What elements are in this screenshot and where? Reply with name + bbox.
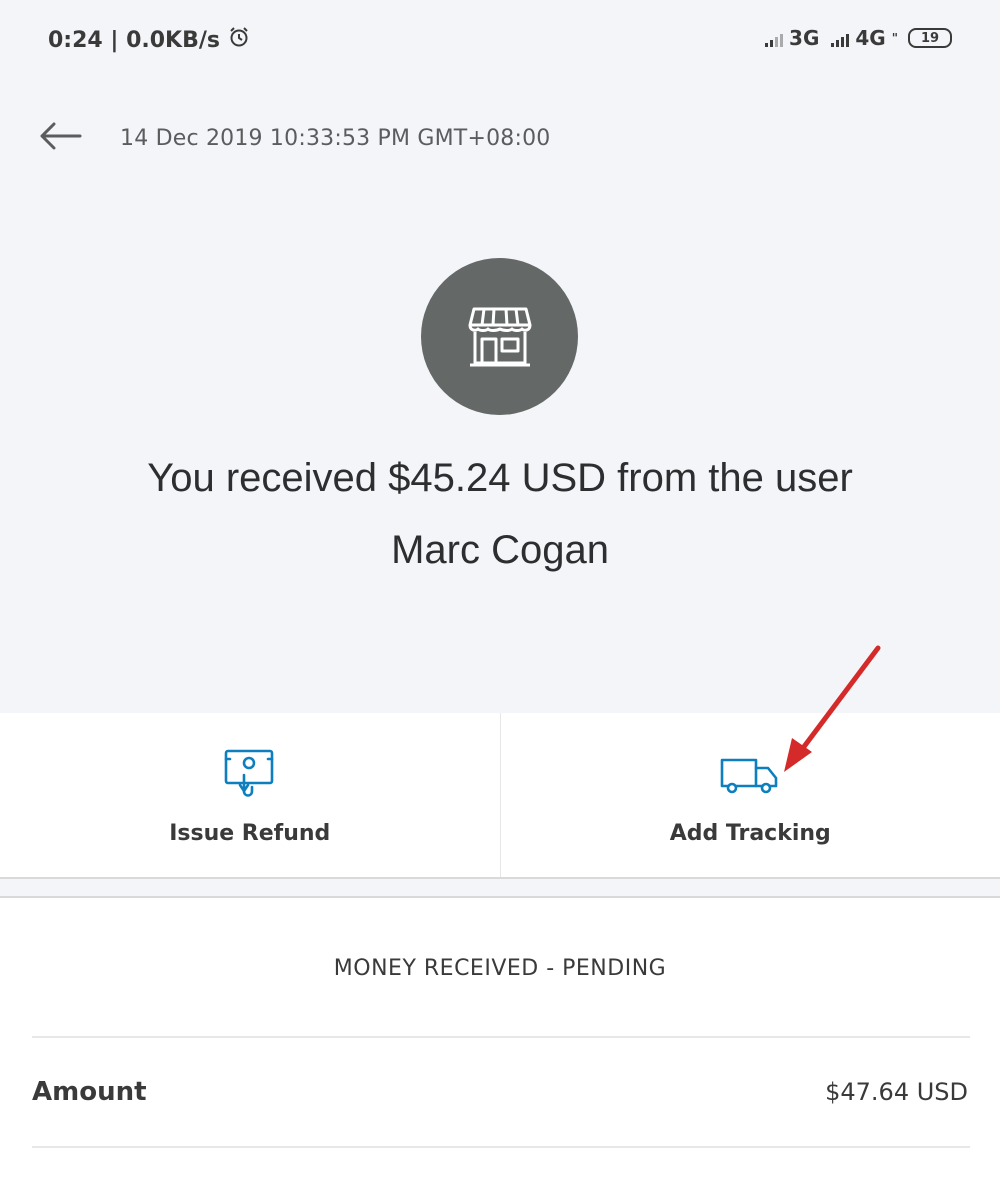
storefront-icon	[468, 307, 531, 366]
add-tracking-button[interactable]: Add Tracking	[499, 713, 1000, 877]
refund-icon	[220, 747, 280, 803]
back-arrow-icon	[40, 122, 82, 150]
status-bar-left: 0:24 | 0.0KB/s	[48, 26, 250, 54]
network-3g-label: 3G	[789, 26, 820, 50]
transaction-status: MONEY RECEIVED - PENDING	[333, 956, 667, 981]
delivery-truck-icon	[718, 747, 782, 803]
status-time-speed: 0:24 | 0.0KB/s	[48, 27, 220, 53]
battery-icon: 19	[908, 28, 952, 48]
sender-name: Marc Cogan	[391, 528, 609, 572]
battery-level: 19	[920, 30, 940, 46]
issue-refund-label: Issue Refund	[169, 821, 331, 846]
signal-3g-icon	[765, 29, 784, 47]
issue-refund-button[interactable]: Issue Refund	[0, 713, 500, 877]
transaction-date: 14 Dec 2019 10:33:53 PM GMT+08:00	[120, 126, 551, 151]
alarm-clock-icon	[228, 26, 250, 54]
merchant-avatar	[421, 258, 578, 415]
divider	[32, 1036, 970, 1038]
network-4g-suffix: "	[891, 31, 898, 45]
network-4g-label: 4G	[855, 26, 886, 50]
add-tracking-label: Add Tracking	[669, 821, 831, 846]
back-button[interactable]	[36, 116, 84, 156]
amount-value: $47.64 USD	[825, 1078, 968, 1106]
status-bar-right: 3G 4G " 19	[765, 26, 952, 50]
signal-4g-icon	[831, 29, 850, 47]
divider	[32, 1146, 970, 1148]
section-gap	[0, 879, 1000, 898]
action-row: Issue Refund Add Tracking	[0, 713, 1000, 879]
amount-label: Amount	[32, 1077, 147, 1107]
transaction-headline: You received $45.24 USD from the user	[147, 456, 853, 500]
